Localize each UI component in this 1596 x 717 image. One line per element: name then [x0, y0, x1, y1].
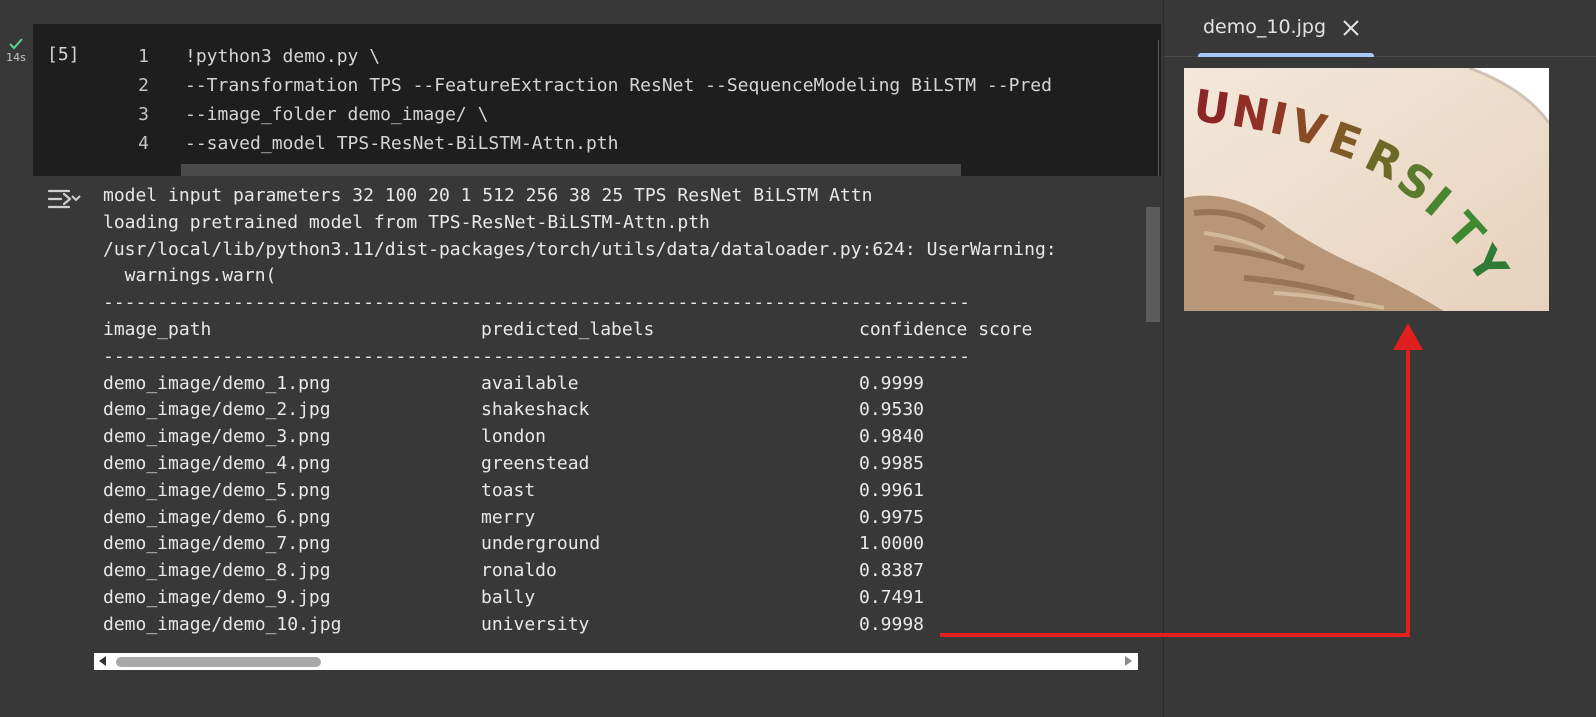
- table-cell: toast: [481, 479, 536, 501]
- tab-label[interactable]: demo_10.jpg: [1203, 16, 1326, 38]
- table-cell: university: [481, 613, 590, 635]
- table-row: demo_image/demo_7.png underground 1.0000: [103, 531, 1141, 558]
- table-cell: merry: [481, 506, 536, 528]
- code-editor[interactable]: 1 !python3 demo.py \ 2 --Transformation TPS…: [33, 42, 1161, 158]
- log-line: loading pretrained model from TPS-ResNet…: [103, 211, 710, 233]
- table-cell: demo_image/demo_8.jpg: [103, 560, 331, 582]
- table-cell: london: [481, 426, 547, 448]
- scroll-right-icon[interactable]: [1125, 656, 1132, 666]
- table-cell: available: [481, 372, 579, 394]
- header-cell: image_path: [103, 318, 212, 340]
- line-code[interactable]: --image_folder demo_image/ \: [185, 100, 1161, 129]
- table-cell: demo_image/demo_3.png: [103, 426, 331, 448]
- separator-line: ----------------------------------------…: [103, 292, 970, 314]
- preview-image: UNIVERSITY: [1184, 68, 1549, 311]
- ruler-line: [1158, 40, 1159, 176]
- line-number: 1: [138, 46, 149, 67]
- tab-demo-10[interactable]: demo_10.jpg: [1198, 0, 1374, 57]
- tab-bar: demo_10.jpg: [1164, 0, 1596, 57]
- code-line[interactable]: 1 !python3 demo.py \: [33, 42, 1161, 71]
- table-cell: 0.7491: [859, 586, 925, 608]
- table-cell: demo_image/demo_6.png: [103, 506, 331, 528]
- log-line: /usr/local/lib/python3.11/dist-packages/…: [103, 238, 1057, 260]
- execution-time: 14s: [6, 51, 26, 64]
- line-number: 2: [138, 75, 149, 96]
- table-cell: 0.9999: [859, 372, 925, 394]
- table-row: demo_image/demo_9.jpg bally 0.7491: [103, 585, 1141, 612]
- active-tab-indicator: [1198, 53, 1374, 57]
- table-row: demo_image/demo_4.png greenstead 0.9985: [103, 451, 1141, 478]
- line-code[interactable]: !python3 demo.py \: [185, 42, 1161, 71]
- separator-line: ----------------------------------------…: [103, 345, 970, 367]
- colab-app: 14s [5] 1 !python3 demo.py \ 2 --Transforma…: [0, 0, 1596, 717]
- table-cell: bally: [481, 586, 536, 608]
- check-icon: [9, 38, 23, 50]
- code-line[interactable]: 3 --image_folder demo_image/ \: [33, 100, 1161, 129]
- table-header: image_path predicted_labels confidence sco…: [103, 317, 1141, 344]
- table-cell: 0.9985: [859, 452, 925, 474]
- code-horizontal-scrollbar[interactable]: [181, 164, 961, 176]
- line-code[interactable]: --Transformation TPS --FeatureExtraction…: [185, 71, 1161, 100]
- log-line: warnings.warn(: [103, 265, 277, 287]
- table-cell: demo_image/demo_5.png: [103, 479, 331, 501]
- table-cell: demo_image/demo_7.png: [103, 533, 331, 555]
- table-cell: ronaldo: [481, 560, 557, 582]
- header-cell: confidence score: [859, 318, 1033, 340]
- image-preview: UNIVERSITY: [1184, 68, 1549, 311]
- table-cell: 0.9998: [859, 613, 925, 635]
- line-number: 3: [138, 104, 149, 125]
- line-number: 4: [138, 133, 149, 154]
- table-cell: 0.9530: [859, 399, 925, 421]
- table-cell: demo_image/demo_10.jpg: [103, 613, 342, 635]
- code-line[interactable]: 4 --saved_model TPS-ResNet-BiLSTM-Attn.pt…: [33, 129, 1161, 158]
- cell-output: model input parameters 32 100 20 1 512 2…: [103, 183, 1141, 645]
- table-cell: demo_image/demo_1.png: [103, 372, 331, 394]
- scrollbar-thumb[interactable]: [116, 657, 321, 667]
- close-icon[interactable]: [1342, 19, 1360, 37]
- table-cell: greenstead: [481, 452, 590, 474]
- image-letter: U: [1190, 80, 1232, 135]
- table-row: demo_image/demo_8.jpg ronaldo 0.8387: [103, 558, 1141, 585]
- code-line[interactable]: 2 --Transformation TPS --FeatureExtractio…: [33, 71, 1161, 100]
- table-cell: demo_image/demo_4.png: [103, 452, 331, 474]
- table-row: demo_image/demo_1.png available 0.9999: [103, 371, 1141, 398]
- cell-status: 14s: [0, 38, 32, 64]
- table-row: demo_image/demo_6.png merry 0.9975: [103, 505, 1141, 532]
- table-cell: underground: [481, 533, 601, 555]
- line-code[interactable]: --saved_model TPS-ResNet-BiLSTM-Attn.pth: [185, 129, 1161, 158]
- table-row: demo_image/demo_2.jpg shakeshack 0.9530: [103, 397, 1141, 424]
- table-row: demo_image/demo_10.jpg university 0.9998: [103, 612, 1141, 639]
- table-row: demo_image/demo_3.png london 0.9840: [103, 424, 1141, 451]
- table-cell: 0.9961: [859, 479, 925, 501]
- table-cell: 0.9975: [859, 506, 925, 528]
- output-actions-icon[interactable]: [47, 184, 81, 214]
- table-cell: 1.0000: [859, 533, 925, 555]
- scroll-left-icon[interactable]: [99, 656, 106, 666]
- table-cell: demo_image/demo_9.jpg: [103, 586, 331, 608]
- code-cell[interactable]: [5] 1 !python3 demo.py \ 2 --Transformation…: [33, 24, 1161, 176]
- table-cell: shakeshack: [481, 399, 590, 421]
- header-cell: predicted_labels: [481, 318, 655, 340]
- table-cell: 0.8387: [859, 560, 925, 582]
- output-vertical-scrollbar[interactable]: [1146, 207, 1160, 322]
- table-row: demo_image/demo_5.png toast 0.9961: [103, 478, 1141, 505]
- table-cell: demo_image/demo_2.jpg: [103, 399, 331, 421]
- output-horizontal-scrollbar[interactable]: [94, 653, 1138, 670]
- table-cell: 0.9840: [859, 426, 925, 448]
- log-line: model input parameters 32 100 20 1 512 2…: [103, 185, 873, 206]
